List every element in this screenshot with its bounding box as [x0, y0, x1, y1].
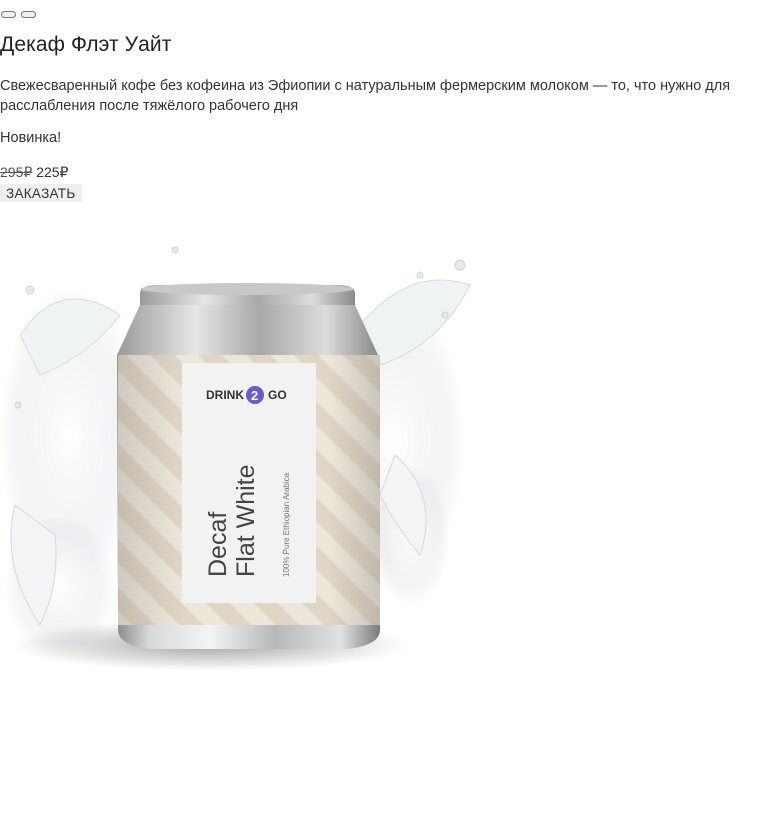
old-price: 295₽ — [0, 164, 33, 180]
svg-text:Flat White: Flat White — [232, 464, 260, 577]
order-button[interactable]: ЗАКАЗАТЬ — [0, 184, 82, 202]
toggle-button-2[interactable] — [21, 11, 36, 18]
new-badge: Новинка! — [0, 130, 62, 146]
product-title: Декаф Флэт Уайт — [0, 33, 172, 56]
product-description: Свежесваренный кофе без кофеина из Эфиоп… — [0, 78, 731, 114]
svg-text:GO: GO — [268, 388, 287, 402]
can-subtitle: 100% Pure Ethiopian Arabica — [282, 472, 291, 577]
svg-text:Decaf: Decaf — [204, 512, 232, 577]
toggle-button-1[interactable] — [1, 11, 16, 18]
top-controls — [1, 11, 36, 18]
svg-text:100% Pure Ethiopian Arabica: 100% Pure Ethiopian Arabica — [282, 472, 291, 577]
svg-text:2: 2 — [251, 388, 258, 403]
price-row: 295₽ 225₽ — [0, 164, 68, 181]
svg-text:DRINK: DRINK — [206, 388, 244, 402]
new-price: 225₽ — [36, 164, 69, 180]
product-image: DRINK 2 GO Decaf Flat White 100% Pure Et… — [0, 246, 471, 671]
